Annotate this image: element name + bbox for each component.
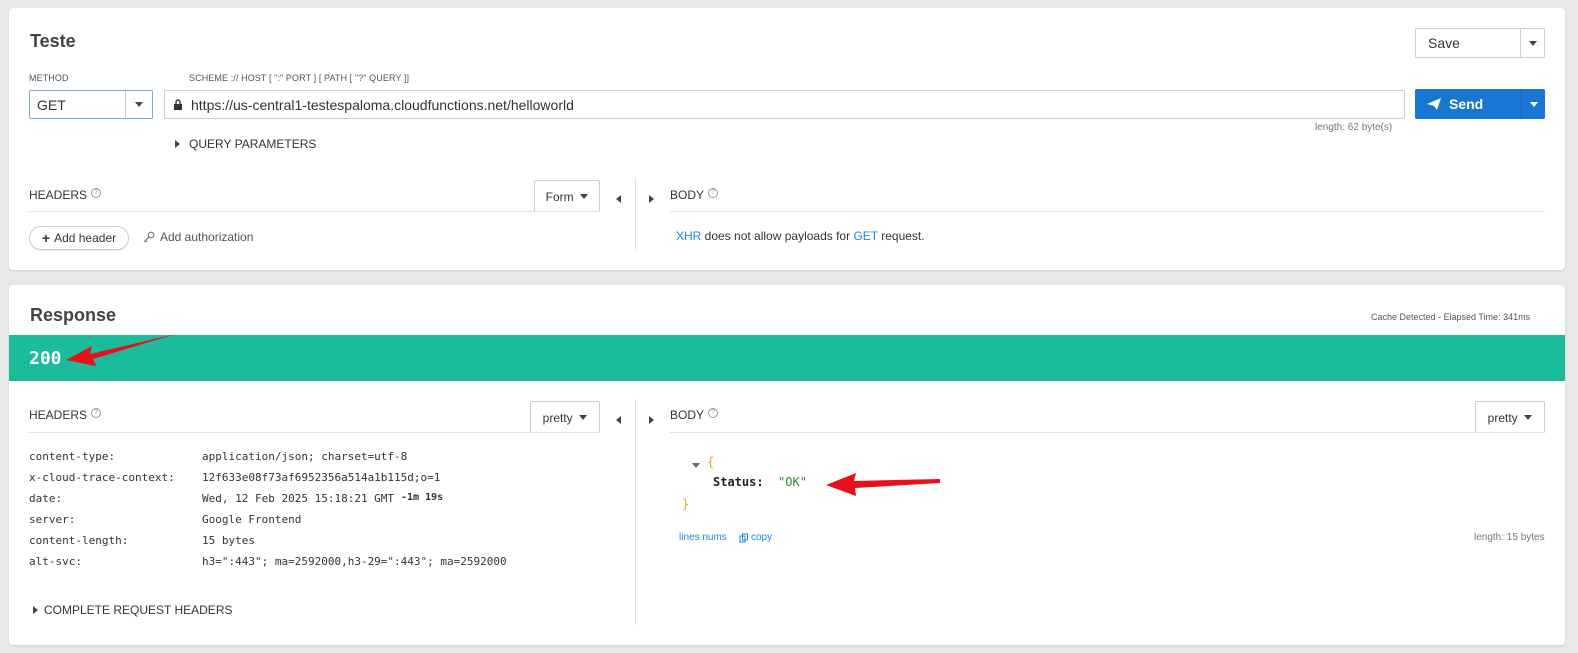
add-authorization-label: Add authorization: [160, 230, 254, 244]
help-icon[interactable]: ?: [91, 408, 102, 418]
json-open-brace: {: [707, 455, 715, 469]
method-select[interactable]: GET: [29, 90, 153, 119]
paper-plane-icon: [1427, 98, 1441, 110]
copy-label: copy: [751, 532, 773, 543]
response-headers-mode-select[interactable]: pretty: [530, 401, 600, 433]
send-dropdown-toggle[interactable]: [1521, 89, 1545, 119]
save-button-group: Save: [1415, 28, 1545, 58]
json-value: "OK": [778, 475, 807, 489]
help-icon[interactable]: ?: [91, 188, 102, 198]
lock-icon: [174, 99, 182, 110]
complete-request-headers-toggle[interactable]: COMPLETE REQUEST HEADERS: [33, 603, 232, 617]
annotation-arrow-status: [66, 334, 176, 366]
headers-mode-select[interactable]: Form: [534, 180, 600, 212]
send-button[interactable]: Send: [1415, 89, 1521, 119]
response-body-mode-select[interactable]: pretty: [1475, 401, 1545, 433]
response-headers-label: HEADERS: [29, 408, 88, 422]
message-end: request.: [877, 229, 925, 243]
header-name: content-length:: [29, 534, 129, 547]
chevron-down-icon: [1524, 415, 1533, 420]
collapse-left-icon[interactable]: [616, 190, 621, 208]
body-mode-value: pretty: [1487, 410, 1518, 425]
copy-icon: [739, 533, 748, 542]
status-code: 200: [29, 348, 62, 369]
header-name: x-cloud-trace-context:: [29, 471, 175, 484]
expand-icon: [33, 606, 38, 614]
chevron-down-icon: [579, 415, 588, 420]
header-value: h3=":443"; ma=2592000,h3-29=":443"; ma=2…: [202, 555, 507, 568]
get-link[interactable]: GET: [853, 229, 877, 243]
request-headers-title: HEADERS?: [29, 188, 102, 202]
response-title: Response: [30, 305, 117, 325]
key-icon: [143, 231, 155, 243]
save-dropdown-toggle[interactable]: [1520, 29, 1544, 57]
add-authorization-link[interactable]: Add authorization: [143, 230, 253, 244]
json-collapse-toggle[interactable]: [692, 455, 700, 473]
method-value: GET: [30, 91, 126, 118]
save-button[interactable]: Save: [1416, 35, 1520, 51]
url-length: length: 62 byte(s): [1315, 122, 1393, 133]
chevron-down-icon: [580, 194, 589, 199]
lines-nums-toggle[interactable]: lines nums: [679, 532, 727, 543]
header-value: Google Frontend: [202, 513, 302, 526]
body-not-allowed-message: XHR does not allow payloads for GET requ…: [676, 229, 925, 243]
copy-button[interactable]: copy: [739, 532, 772, 543]
query-parameters-toggle[interactable]: QUERY PARAMETERS: [175, 137, 316, 151]
header-name: alt-svc:: [29, 555, 82, 568]
status-bar: 200: [9, 335, 1565, 381]
json-key: Status:: [713, 475, 764, 489]
method-label: METHOD: [29, 73, 69, 83]
url-value: https://us-central1-testespaloma.cloudfu…: [191, 96, 574, 113]
request-headers-label: HEADERS: [29, 188, 88, 202]
cache-info: Cache Detected - Elapsed Time: 341ms: [1371, 312, 1531, 322]
chevron-down-icon: [135, 102, 143, 107]
collapse-right-icon[interactable]: [649, 411, 654, 429]
help-icon[interactable]: ?: [708, 188, 719, 198]
json-close-brace: }: [682, 497, 690, 511]
header-name: content-type:: [29, 450, 116, 463]
header-value: Wed, 12 Feb 2025 15:18:21 GMT: [202, 492, 395, 505]
help-icon[interactable]: ?: [708, 408, 719, 418]
url-label: SCHEME :// HOST [ ":" PORT ] [ PATH [ "?…: [189, 73, 410, 83]
chevron-down-icon: [1529, 101, 1538, 107]
plus-icon: +: [41, 230, 51, 246]
headers-mode-value: pretty: [542, 410, 573, 425]
headers-mode-value: Form: [545, 189, 574, 204]
chevron-down-icon: [1528, 40, 1537, 46]
json-line: Status: "OK": [713, 475, 807, 489]
query-parameters-label: QUERY PARAMETERS: [189, 137, 317, 151]
request-title: Teste: [30, 31, 76, 51]
url-input[interactable]: https://us-central1-testespaloma.cloudfu…: [164, 90, 1405, 119]
add-header-button[interactable]: + Add header: [29, 226, 129, 250]
xhr-link[interactable]: XHR: [676, 229, 701, 243]
body-length: length: 15 bytes: [1474, 532, 1545, 543]
header-value: application/json; charset=utf-8: [202, 450, 408, 463]
collapse-left-icon[interactable]: [616, 411, 621, 429]
complete-request-headers-label: COMPLETE REQUEST HEADERS: [44, 603, 233, 617]
request-body-title: BODY?: [670, 188, 719, 202]
response-headers-title: HEADERS?: [29, 408, 102, 422]
request-body-label: BODY: [670, 188, 705, 202]
expand-icon: [175, 140, 180, 148]
header-value: 15 bytes: [202, 534, 255, 547]
response-panel: Response Cache Detected - Elapsed Time: …: [9, 285, 1565, 645]
request-panel: Teste Save METHOD SCHEME :// HOST [ ":" …: [9, 8, 1565, 270]
collapse-right-icon[interactable]: [649, 190, 654, 208]
response-body-label: BODY: [670, 408, 705, 422]
message-text: does not allow payloads for: [701, 229, 854, 243]
send-label: Send: [1449, 96, 1484, 112]
annotation-arrow-body: [826, 473, 940, 496]
method-dropdown-toggle[interactable]: [126, 102, 152, 107]
response-body-title: BODY?: [670, 408, 719, 422]
header-name: date:: [29, 492, 63, 505]
header-name: server:: [29, 513, 76, 526]
add-header-label: Add header: [54, 231, 117, 245]
header-relative-time: -1m 19s: [401, 492, 444, 503]
send-button-group: Send: [1415, 89, 1545, 119]
header-value: 12f633e08f73af6952356a514a1b115d;o=1: [202, 471, 441, 484]
